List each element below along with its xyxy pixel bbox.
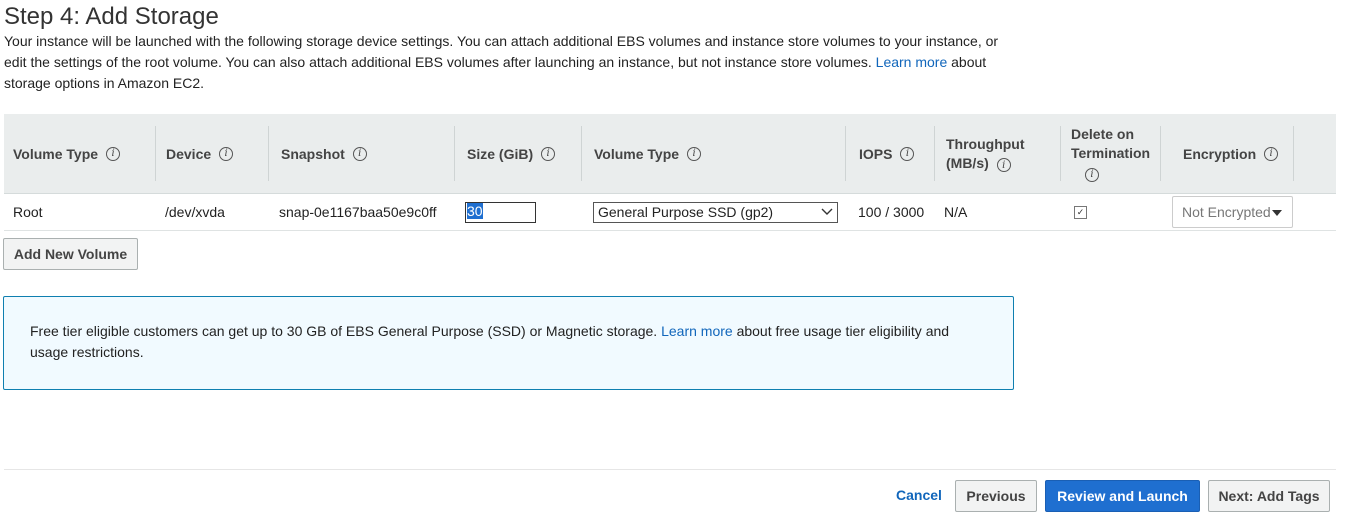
footer-divider — [4, 469, 1336, 470]
size-input[interactable]: 30 — [465, 201, 536, 223]
header-label-line2: Termination — [1071, 145, 1151, 161]
info-icon[interactable]: i — [996, 158, 1011, 172]
cell-size: 30 — [465, 194, 536, 230]
chevron-down-icon — [821, 208, 833, 215]
header-label: Volume Type — [594, 145, 680, 162]
cell-encryption: Not Encrypted — [1172, 194, 1293, 230]
header-label: Snapshot — [281, 145, 345, 162]
info-icon[interactable]: i — [1264, 146, 1279, 161]
info-icon[interactable]: i — [1085, 167, 1099, 182]
header-label-unit: (MB/s) — [946, 154, 989, 171]
header-label-stack: Delete on Termination i — [1071, 125, 1150, 182]
size-input-value: 30 — [467, 202, 483, 219]
header-label: Volume Type — [13, 145, 99, 162]
cell-snapshot: snap-0e1167baa50e9c0ff — [279, 204, 437, 220]
cell-throughput: N/A — [944, 204, 968, 220]
cell-iops: 100 / 3000 — [858, 204, 925, 220]
next-add-tags-button[interactable]: Next: Add Tags — [1208, 480, 1330, 512]
info-icon[interactable]: i — [219, 146, 234, 161]
header-size: Size (GiB) i — [455, 114, 582, 193]
header-label-line2: (MB/s) i — [946, 154, 1025, 173]
info-icon-wrap: i — [1071, 163, 1113, 182]
header-throughput: Throughput (MB/s) i — [935, 114, 1061, 193]
cell-delete-on-termination: ✓ — [1074, 194, 1087, 230]
notice-text: Free tier eligible customers can get up … — [30, 323, 658, 339]
info-icon[interactable]: i — [541, 146, 556, 161]
info-icon[interactable]: i — [687, 146, 702, 161]
info-icon[interactable]: i — [352, 146, 367, 161]
table-row: Root /dev/xvda snap-0e1167baa50e9c0ff 30… — [4, 194, 1336, 231]
header-device: Device i — [156, 114, 269, 193]
encryption-select[interactable]: Not Encrypted — [1172, 196, 1293, 228]
cell-device: /dev/xvda — [165, 204, 225, 220]
cell-volume-type-select: General Purpose SSD (gp2) — [593, 194, 838, 230]
header-label-stack: Throughput (MB/s) i — [946, 135, 1025, 173]
add-new-volume-button[interactable]: Add New Volume — [3, 238, 138, 270]
free-tier-notice: Free tier eligible customers can get up … — [3, 296, 1014, 390]
header-label: Size (GiB) — [467, 145, 534, 162]
column-divider — [1293, 126, 1294, 181]
header-label: IOPS — [859, 145, 893, 162]
header-volume-type: Volume Type i — [4, 114, 156, 193]
header-label: Device — [166, 145, 212, 162]
header-volume-type-select: Volume Type i — [582, 114, 846, 193]
info-icon[interactable]: i — [106, 146, 121, 161]
header-label: Delete on — [1071, 126, 1135, 142]
header-encryption: Encryption i — [1161, 114, 1294, 193]
previous-button[interactable]: Previous — [955, 480, 1037, 512]
page-title: Step 4: Add Storage — [4, 3, 219, 30]
caret-down-icon — [1272, 210, 1282, 216]
cancel-button[interactable]: Cancel — [896, 487, 942, 503]
header-label: Encryption — [1183, 145, 1257, 162]
cell-volume-type: Root — [13, 204, 43, 220]
storage-table: Volume Type i Device i Snapshot i Size (… — [4, 114, 1336, 231]
header-snapshot: Snapshot i — [269, 114, 455, 193]
learn-more-link[interactable]: Learn more — [876, 54, 948, 70]
header-delete-on-termination: Delete on Termination i — [1061, 114, 1161, 193]
volume-type-select[interactable]: General Purpose SSD (gp2) — [593, 201, 838, 223]
notice-learn-more-link[interactable]: Learn more — [661, 323, 733, 339]
review-and-launch-button[interactable]: Review and Launch — [1045, 480, 1200, 512]
encryption-select-value: Not Encrypted — [1182, 204, 1271, 220]
header-iops: IOPS i — [846, 114, 935, 193]
table-header: Volume Type i Device i Snapshot i Size (… — [4, 114, 1336, 194]
delete-on-termination-checkbox[interactable]: ✓ — [1074, 205, 1087, 219]
volume-type-select-value: General Purpose SSD (gp2) — [598, 204, 774, 220]
page-description: Your instance will be launched with the … — [4, 31, 1014, 94]
header-label: Throughput — [946, 135, 1025, 152]
description-text: Your instance will be launched with the … — [4, 33, 999, 70]
info-icon[interactable]: i — [900, 146, 915, 161]
